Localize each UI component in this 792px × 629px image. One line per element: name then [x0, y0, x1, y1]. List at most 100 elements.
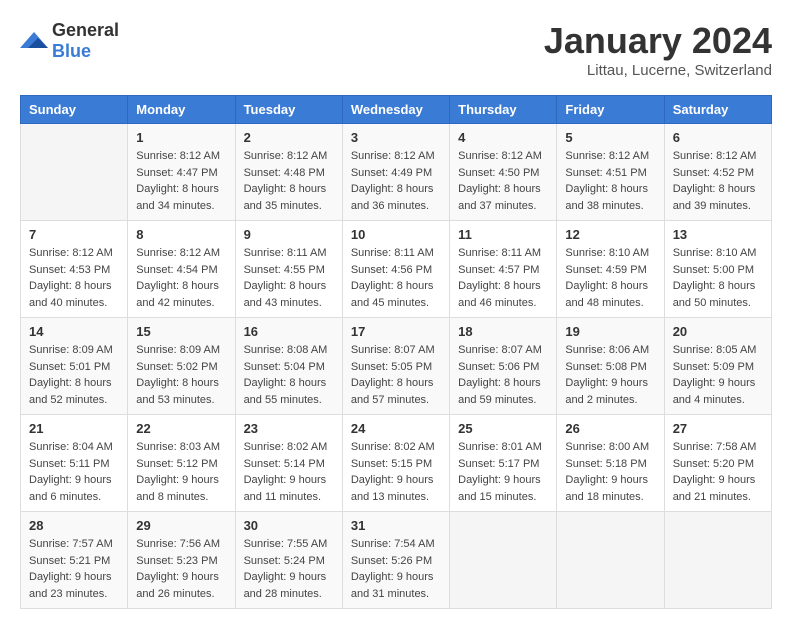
day-info: Sunrise: 8:07 AM Sunset: 5:05 PM Dayligh…	[351, 342, 441, 408]
header-monday: Monday	[128, 96, 235, 124]
calendar-table: Sunday Monday Tuesday Wednesday Thursday…	[20, 95, 772, 609]
sunset: Sunset: 5:05 PM	[351, 361, 432, 373]
day-info: Sunrise: 8:03 AM Sunset: 5:12 PM Dayligh…	[136, 439, 226, 505]
sunset: Sunset: 4:52 PM	[673, 167, 754, 179]
calendar-cell: 8 Sunrise: 8:12 AM Sunset: 4:54 PM Dayli…	[128, 221, 235, 318]
day-number: 8	[136, 227, 226, 242]
calendar-cell: 28 Sunrise: 7:57 AM Sunset: 5:21 PM Dayl…	[21, 512, 128, 609]
sunrise: Sunrise: 8:12 AM	[351, 150, 435, 162]
calendar-cell: 18 Sunrise: 8:07 AM Sunset: 5:06 PM Dayl…	[450, 318, 557, 415]
sunset: Sunset: 5:15 PM	[351, 458, 432, 470]
day-number: 21	[29, 421, 119, 436]
day-number: 10	[351, 227, 441, 242]
day-info: Sunrise: 7:58 AM Sunset: 5:20 PM Dayligh…	[673, 439, 763, 505]
daylight: Daylight: 8 hours and 57 minutes.	[351, 377, 434, 406]
calendar-week-4: 21 Sunrise: 8:04 AM Sunset: 5:11 PM Dayl…	[21, 415, 772, 512]
calendar-week-3: 14 Sunrise: 8:09 AM Sunset: 5:01 PM Dayl…	[21, 318, 772, 415]
logo-icon	[20, 30, 48, 52]
sunset: Sunset: 5:18 PM	[565, 458, 646, 470]
calendar-cell: 4 Sunrise: 8:12 AM Sunset: 4:50 PM Dayli…	[450, 124, 557, 221]
calendar-week-2: 7 Sunrise: 8:12 AM Sunset: 4:53 PM Dayli…	[21, 221, 772, 318]
header-tuesday: Tuesday	[235, 96, 342, 124]
daylight: Daylight: 9 hours and 31 minutes.	[351, 571, 434, 600]
daylight: Daylight: 9 hours and 13 minutes.	[351, 474, 434, 503]
calendar-week-5: 28 Sunrise: 7:57 AM Sunset: 5:21 PM Dayl…	[21, 512, 772, 609]
sunrise: Sunrise: 7:54 AM	[351, 538, 435, 550]
day-number: 13	[673, 227, 763, 242]
day-number: 11	[458, 227, 548, 242]
sunset: Sunset: 5:06 PM	[458, 361, 539, 373]
daylight: Daylight: 8 hours and 46 minutes.	[458, 280, 541, 309]
sunrise: Sunrise: 8:12 AM	[565, 150, 649, 162]
sunrise: Sunrise: 8:09 AM	[136, 344, 220, 356]
daylight: Daylight: 9 hours and 28 minutes.	[244, 571, 327, 600]
day-number: 25	[458, 421, 548, 436]
header-sunday: Sunday	[21, 96, 128, 124]
day-info: Sunrise: 8:09 AM Sunset: 5:01 PM Dayligh…	[29, 342, 119, 408]
daylight: Daylight: 8 hours and 38 minutes.	[565, 183, 648, 212]
daylight: Daylight: 8 hours and 34 minutes.	[136, 183, 219, 212]
calendar-cell	[664, 512, 771, 609]
header-row: Sunday Monday Tuesday Wednesday Thursday…	[21, 96, 772, 124]
sunrise: Sunrise: 8:12 AM	[458, 150, 542, 162]
sunset: Sunset: 5:24 PM	[244, 555, 325, 567]
day-number: 22	[136, 421, 226, 436]
sunrise: Sunrise: 7:55 AM	[244, 538, 328, 550]
sunset: Sunset: 4:55 PM	[244, 264, 325, 276]
day-info: Sunrise: 8:12 AM Sunset: 4:48 PM Dayligh…	[244, 148, 334, 214]
daylight: Daylight: 8 hours and 35 minutes.	[244, 183, 327, 212]
sunrise: Sunrise: 8:10 AM	[673, 247, 757, 259]
calendar-cell: 27 Sunrise: 7:58 AM Sunset: 5:20 PM Dayl…	[664, 415, 771, 512]
sunrise: Sunrise: 8:05 AM	[673, 344, 757, 356]
day-number: 30	[244, 518, 334, 533]
sunrise: Sunrise: 8:02 AM	[351, 441, 435, 453]
sunset: Sunset: 5:17 PM	[458, 458, 539, 470]
day-number: 9	[244, 227, 334, 242]
day-number: 1	[136, 130, 226, 145]
sunrise: Sunrise: 8:12 AM	[136, 150, 220, 162]
calendar-cell: 5 Sunrise: 8:12 AM Sunset: 4:51 PM Dayli…	[557, 124, 664, 221]
calendar-header: Sunday Monday Tuesday Wednesday Thursday…	[21, 96, 772, 124]
calendar-cell: 16 Sunrise: 8:08 AM Sunset: 5:04 PM Dayl…	[235, 318, 342, 415]
calendar-cell: 20 Sunrise: 8:05 AM Sunset: 5:09 PM Dayl…	[664, 318, 771, 415]
day-info: Sunrise: 8:02 AM Sunset: 5:15 PM Dayligh…	[351, 439, 441, 505]
calendar-cell	[21, 124, 128, 221]
sunrise: Sunrise: 8:01 AM	[458, 441, 542, 453]
day-info: Sunrise: 8:12 AM Sunset: 4:49 PM Dayligh…	[351, 148, 441, 214]
daylight: Daylight: 9 hours and 23 minutes.	[29, 571, 112, 600]
day-number: 12	[565, 227, 655, 242]
sunrise: Sunrise: 8:12 AM	[29, 247, 113, 259]
day-info: Sunrise: 8:02 AM Sunset: 5:14 PM Dayligh…	[244, 439, 334, 505]
day-info: Sunrise: 7:55 AM Sunset: 5:24 PM Dayligh…	[244, 536, 334, 602]
sunset: Sunset: 4:53 PM	[29, 264, 110, 276]
sunset: Sunset: 5:01 PM	[29, 361, 110, 373]
title-block: January 2024 Littau, Lucerne, Switzerlan…	[544, 20, 772, 79]
sunset: Sunset: 5:26 PM	[351, 555, 432, 567]
sunset: Sunset: 5:00 PM	[673, 264, 754, 276]
day-number: 6	[673, 130, 763, 145]
day-info: Sunrise: 8:12 AM Sunset: 4:47 PM Dayligh…	[136, 148, 226, 214]
day-info: Sunrise: 8:08 AM Sunset: 5:04 PM Dayligh…	[244, 342, 334, 408]
day-number: 17	[351, 324, 441, 339]
calendar-cell: 10 Sunrise: 8:11 AM Sunset: 4:56 PM Dayl…	[342, 221, 449, 318]
sunset: Sunset: 5:02 PM	[136, 361, 217, 373]
daylight: Daylight: 8 hours and 40 minutes.	[29, 280, 112, 309]
sunset: Sunset: 5:20 PM	[673, 458, 754, 470]
calendar-body: 1 Sunrise: 8:12 AM Sunset: 4:47 PM Dayli…	[21, 124, 772, 609]
location: Littau, Lucerne, Switzerland	[544, 62, 772, 79]
sunset: Sunset: 5:21 PM	[29, 555, 110, 567]
sunset: Sunset: 5:09 PM	[673, 361, 754, 373]
calendar-cell: 24 Sunrise: 8:02 AM Sunset: 5:15 PM Dayl…	[342, 415, 449, 512]
day-number: 27	[673, 421, 763, 436]
day-number: 3	[351, 130, 441, 145]
sunrise: Sunrise: 8:07 AM	[458, 344, 542, 356]
daylight: Daylight: 8 hours and 53 minutes.	[136, 377, 219, 406]
day-number: 5	[565, 130, 655, 145]
calendar-cell	[450, 512, 557, 609]
sunrise: Sunrise: 8:07 AM	[351, 344, 435, 356]
daylight: Daylight: 9 hours and 2 minutes.	[565, 377, 648, 406]
daylight: Daylight: 8 hours and 50 minutes.	[673, 280, 756, 309]
sunrise: Sunrise: 8:12 AM	[673, 150, 757, 162]
day-info: Sunrise: 8:05 AM Sunset: 5:09 PM Dayligh…	[673, 342, 763, 408]
sunrise: Sunrise: 8:06 AM	[565, 344, 649, 356]
